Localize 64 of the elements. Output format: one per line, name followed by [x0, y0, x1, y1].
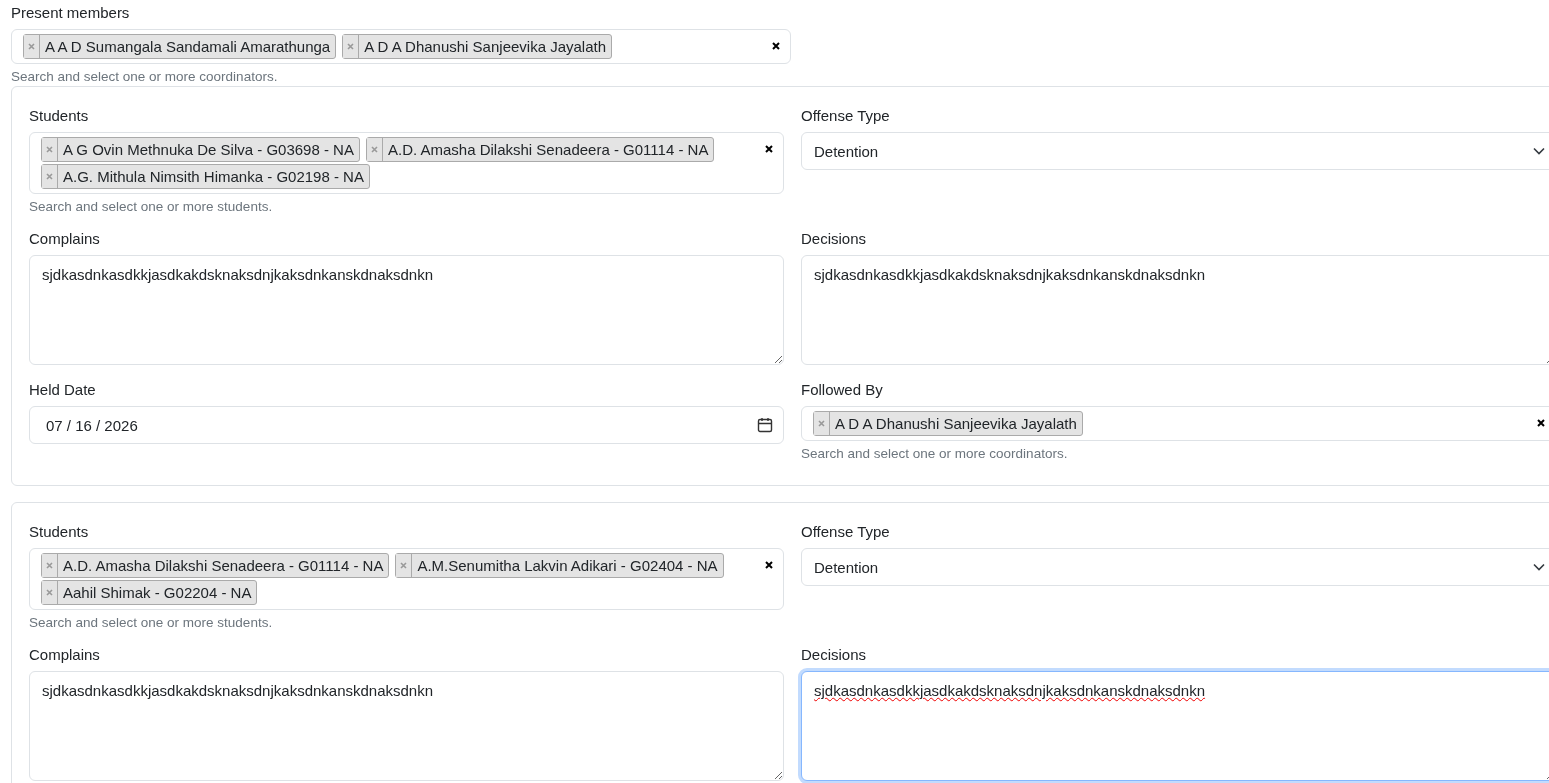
field-label: Present members	[11, 4, 130, 21]
chevron-down-icon	[1533, 147, 1545, 155]
remove-tag-button[interactable]	[343, 35, 360, 58]
remove-tag-button[interactable]	[42, 138, 58, 161]
close-icon	[400, 562, 408, 569]
remove-tag-button[interactable]	[814, 412, 830, 435]
multi-select-field[interactable]: A D A Dhanushi Sanjeevika Jayalath	[801, 406, 1549, 441]
date-field[interactable]: 07 / 16 / 2026	[29, 406, 784, 444]
remove-tag-button[interactable]	[42, 581, 58, 604]
help-text: Search and select one or more students.	[29, 199, 273, 214]
selected-tag: A D A Dhanushi Sanjeevika Jayalath	[342, 34, 613, 59]
field-label: Decisions	[801, 646, 867, 663]
remove-tag-button[interactable]	[42, 554, 58, 577]
selected-tag: Aahil Shimak - G02204 - NA	[41, 580, 258, 605]
selected-tag: A.G. Mithula Nimsith Himanka - G02198 - NA	[41, 164, 370, 189]
dropdown-select[interactable]: Detention	[801, 548, 1549, 586]
help-text: Search and select one or more coordinators.	[801, 446, 1068, 461]
close-icon	[765, 561, 773, 569]
clear-all-button[interactable]	[1537, 419, 1545, 427]
remove-tag-button[interactable]	[396, 554, 413, 577]
text-area[interactable]: sjdkasdnkasdkkjasdkakdsknaksdnjkaksdnkanskdnaksdnkn	[29, 255, 784, 365]
close-icon	[46, 562, 53, 569]
selected-tag: A G Ovin Methnuka De Silva - G03698 - NA	[41, 137, 360, 162]
selected-tag: A.D. Amasha Dilakshi Senadeera - G01114 - NA	[365, 137, 715, 162]
field-label: Complains	[29, 646, 100, 663]
selected-tag: A A D Sumangala Sandamali Amarathunga	[23, 34, 337, 59]
field-label: Offense Type	[801, 107, 890, 124]
dropdown-select[interactable]: Detention	[801, 132, 1549, 170]
close-icon	[347, 43, 355, 50]
calendar-icon	[757, 417, 773, 433]
selected-tag: A.D. Amasha Dilakshi Senadeera - G01114 - NA	[41, 553, 390, 578]
multi-select-field[interactable]: A A D Sumangala Sandamali Amarathunga A D A Dhanushi Sanjeevika Jayalath	[11, 29, 791, 64]
text-area[interactable]: sjdkasdnkasdkkjasdkakdsknaksdnjkaksdnkanskdnaksdnkn	[801, 671, 1549, 781]
clear-all-button[interactable]	[765, 145, 773, 153]
close-icon	[818, 420, 825, 427]
clear-all-button[interactable]	[772, 42, 780, 50]
remove-tag-button[interactable]	[42, 165, 58, 188]
chevron-down-icon	[1533, 563, 1545, 571]
selected-tag: A.M.Senumitha Lakvin Adikari - G02404 - NA	[395, 553, 724, 578]
close-icon	[765, 145, 773, 153]
close-icon	[772, 42, 780, 50]
selected-tag: A D A Dhanushi Sanjeevika Jayalath	[813, 411, 1083, 436]
text-area[interactable]: sjdkasdnkasdkkjasdkakdsknaksdnjkaksdnkanskdnaksdnkn	[29, 671, 784, 781]
close-icon	[370, 146, 378, 153]
field-label: Followed By	[801, 381, 883, 398]
field-label: Held Date	[29, 381, 96, 398]
field-label: Complains	[29, 230, 100, 247]
close-icon	[1537, 419, 1545, 427]
remove-tag-button[interactable]	[366, 138, 383, 161]
clear-all-button[interactable]	[765, 561, 773, 569]
close-icon	[46, 173, 53, 180]
text-area[interactable]: sjdkasdnkasdkkjasdkakdsknaksdnjkaksdnkanskdnaksdnkn	[801, 255, 1549, 365]
multi-select-field[interactable]: A G Ovin Methnuka De Silva - G03698 - NA A.D. Amasha Dilakshi Senadeera - G01114 - NA A.G. Mithula Nimsith Himanka - G02198 - NA	[29, 132, 784, 194]
multi-select-field[interactable]: A.D. Amasha Dilakshi Senadeera - G01114 - NA A.M.Senumitha Lakvin Adikari - G02404 - NA Aahil Shimak - G02204 - NA	[29, 548, 784, 610]
close-icon	[46, 146, 53, 153]
field-label: Decisions	[801, 230, 867, 247]
help-text: Search and select one or more students.	[29, 615, 273, 630]
close-icon	[46, 589, 53, 596]
close-icon	[28, 43, 35, 50]
field-label: Students	[29, 107, 89, 124]
field-label: Offense Type	[801, 523, 890, 540]
help-text: Search and select one or more coordinators.	[11, 69, 278, 84]
field-label: Students	[29, 523, 89, 540]
remove-tag-button[interactable]	[24, 35, 40, 58]
